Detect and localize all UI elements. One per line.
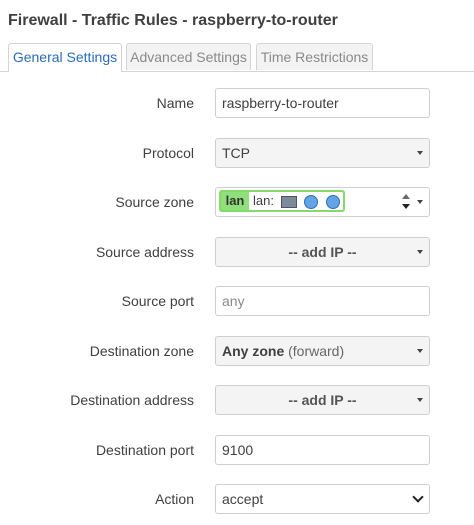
action-value: accept [222,491,264,507]
chevron-down-icon [412,491,424,503]
destination-port-input[interactable]: 9100 [215,435,430,465]
destination-port-label: Destination port [95,442,194,458]
source-address-value: -- add IP -- [288,244,357,260]
tab-time-restrictions[interactable]: Time Restrictions [256,43,373,70]
name-input[interactable]: raspberry-to-router [215,88,430,118]
source-address-select[interactable]: -- add IP -- [215,237,430,267]
page-title: Firewall - Traffic Rules - raspberry-to-… [8,12,338,29]
source-zone-label: Source zone [115,194,194,210]
zone-name: lan [221,192,249,210]
source-port-label: Source port [121,293,194,309]
source-address-label: Source address [95,244,194,260]
destination-zone-label: Destination zone [89,343,194,359]
name-value: raspberry-to-router [222,95,339,111]
destination-address-label: Destination address [70,392,194,408]
action-label: Action [155,491,194,507]
source-port-input[interactable]: any [215,286,430,316]
tab-advanced-settings[interactable]: Advanced Settings [126,43,251,70]
destination-zone-select[interactable]: Any zone (forward) [215,336,430,366]
protocol-label: Protocol [142,145,194,161]
network-port-icon [280,195,297,208]
zone-detail: lan: [253,193,274,208]
scroll-down-icon[interactable] [402,204,410,209]
zone-badge-lan: lan lan: [219,190,345,212]
source-port-placeholder: any [222,293,245,309]
tab-bar: General Settings Advanced Settings Time … [0,43,474,72]
source-zone-select[interactable]: lan lan: [215,187,430,217]
tab-general-settings[interactable]: General Settings [8,43,122,72]
globe-icon [325,194,340,209]
protocol-value: TCP [222,145,250,161]
destination-zone-value: Any zone [222,343,285,359]
action-select[interactable]: accept [215,484,430,514]
globe-icon [304,194,319,209]
destination-address-select[interactable]: -- add IP -- [215,385,430,415]
destination-zone-suffix: (forward) [288,343,345,359]
destination-address-value: -- add IP -- [288,392,357,408]
name-label: Name [156,95,194,111]
scroll-up-icon[interactable] [402,194,410,199]
zone-networks: lan: [253,192,340,210]
destination-port-value: 9100 [222,442,254,458]
protocol-select[interactable]: TCP [215,138,430,168]
